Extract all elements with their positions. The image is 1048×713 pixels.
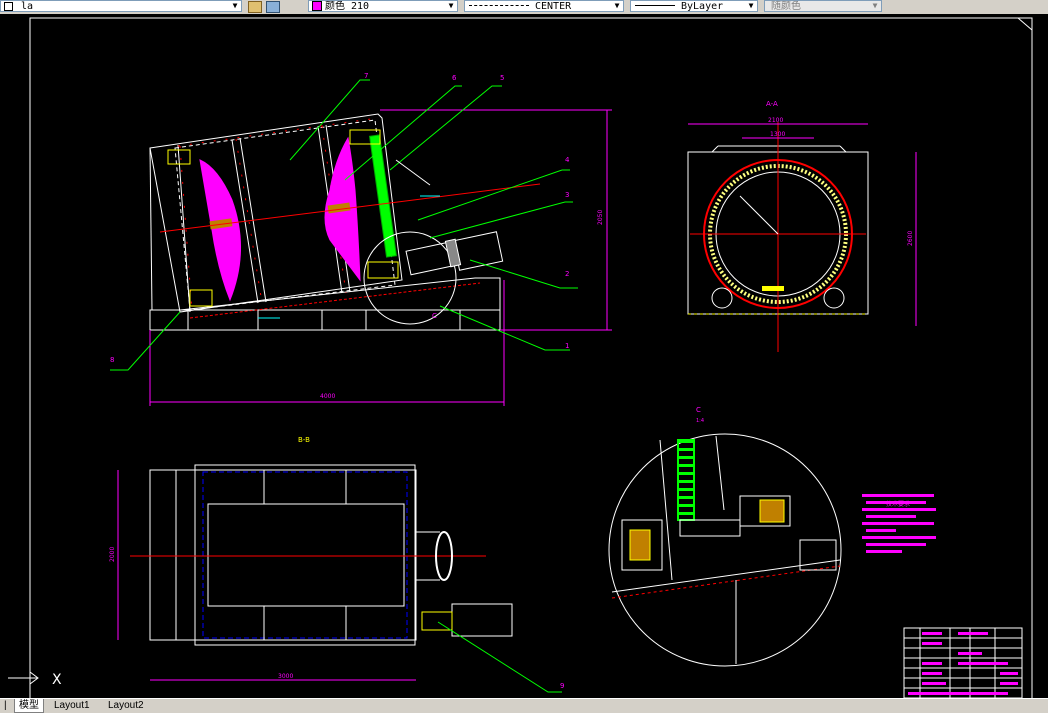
bb-outer-frame [149, 469, 417, 641]
layer-manager-icon[interactable] [248, 1, 262, 13]
detail-shaft [679, 519, 741, 537]
note-line [866, 501, 926, 504]
dim-text-2000: 2000 [109, 547, 116, 562]
lineweight-dropdown[interactable]: ByLayer ▼ [630, 0, 758, 12]
note-line [866, 529, 896, 532]
section-mark-c: C [432, 312, 437, 320]
detail-c-view: C 1:4 [608, 406, 842, 667]
technical-requirements: 技术要求 [862, 494, 936, 553]
callout-8: 8 [110, 356, 114, 364]
aa-yellow-mark [762, 286, 784, 291]
bb-inner-frame [202, 471, 408, 639]
aa-radius [739, 195, 779, 235]
callout-5: 5 [500, 74, 504, 82]
callout-1: 1 [565, 342, 569, 350]
color-value: 颜色 210 [325, 1, 370, 12]
detail-slope [611, 565, 841, 599]
linetype-value: CENTER [535, 1, 572, 12]
chevron-down-icon[interactable]: ▼ [612, 1, 622, 11]
aa-roller [823, 287, 845, 309]
detail-bearing-core [759, 499, 785, 523]
layer-value: la [21, 1, 34, 12]
ucs-icon [8, 671, 39, 685]
section-bb-view: B-B 2000 3000 9 [109, 436, 564, 693]
gear-rack [368, 134, 398, 258]
drum-inner [174, 119, 396, 311]
drum-side [149, 147, 153, 311]
main-elevation-view: 4000 2050 7 6 5 4 3 2 1 8 C [110, 72, 612, 406]
aa-top-plate [711, 145, 719, 153]
mixing-blade [199, 159, 242, 302]
lineweight-sample-icon [635, 4, 675, 6]
layer-state-icon [4, 2, 13, 11]
tab-nav-icon[interactable]: | [0, 699, 11, 712]
dim-text-2100: 2100 [768, 117, 783, 124]
angle-ref [395, 159, 431, 186]
drawing-canvas[interactable]: 4000 2050 7 6 5 4 3 2 1 8 C A-A 2100 130… [0, 14, 1048, 698]
detail-line [715, 435, 725, 511]
layer-previous-icon[interactable] [266, 1, 280, 13]
bearing-block [189, 289, 213, 307]
note-line [862, 522, 934, 525]
drawing-border [29, 17, 1033, 698]
tab-layout1[interactable]: Layout1 [50, 699, 94, 712]
dim-text-bottom: 4000 [320, 393, 335, 400]
callout-3: 3 [565, 191, 569, 199]
aa-roller [711, 287, 733, 309]
callout-9: 9 [560, 682, 564, 690]
bb-motor [451, 603, 513, 637]
section-aa-view: A-A 2100 1300 2600 [687, 100, 917, 352]
base-frame [149, 309, 501, 331]
cad-drawing[interactable]: 4000 2050 7 6 5 4 3 2 1 8 C A-A 2100 130… [0, 14, 1048, 698]
properties-toolbar: la ▼ 颜色 210 ▼ CENTER ▼ ByLayer ▼ 随颜色 ▼ [0, 0, 1048, 15]
chevron-down-icon[interactable]: ▼ [746, 1, 756, 11]
chevron-down-icon[interactable]: ▼ [446, 1, 456, 11]
title-block-text [908, 632, 1018, 695]
note-line [866, 543, 926, 546]
dim-text-2600: 2600 [907, 231, 914, 246]
plotstyle-value: 随颜色 [771, 1, 801, 12]
leader-line-9 [437, 621, 562, 693]
note-line [862, 494, 934, 497]
bb-frame [194, 464, 416, 646]
callout-4: 4 [565, 156, 570, 164]
callout-7: 7 [364, 72, 368, 80]
note-line [866, 515, 916, 518]
dim-text-1300: 1300 [770, 131, 785, 138]
bb-inner [207, 503, 405, 607]
callout-2: 2 [565, 270, 569, 278]
linetype-dropdown[interactable]: CENTER ▼ [464, 0, 624, 12]
dim-text-right: 2050 [597, 210, 604, 225]
note-line [862, 536, 936, 539]
chevron-down-icon[interactable]: ▼ [870, 1, 880, 11]
dim-text-3000: 3000 [278, 673, 293, 680]
section-aa-label: A-A [766, 100, 778, 108]
detail-block-core [629, 529, 651, 561]
motor-flange [444, 238, 462, 268]
callout-6: 6 [452, 74, 457, 82]
tab-layout2[interactable]: Layout2 [104, 699, 148, 712]
color-dropdown[interactable]: 颜色 210 ▼ [308, 0, 458, 12]
tab-model[interactable]: 模型 [14, 699, 44, 713]
chevron-down-icon[interactable]: ▼ [230, 1, 240, 11]
layout-tabs: | 模型 Layout1 Layout2 [0, 698, 1048, 713]
ucs-x-label: X [52, 672, 62, 688]
detail-c-label: C [696, 406, 701, 414]
detail-slope [611, 559, 841, 593]
aa-top-plate [839, 145, 847, 153]
linetype-sample-icon [469, 4, 529, 6]
note-line [866, 550, 902, 553]
color-swatch [312, 1, 322, 11]
layer-dropdown[interactable]: la ▼ [0, 0, 242, 12]
detail-c-scale: 1:4 [696, 418, 704, 424]
lineweight-value: ByLayer [681, 1, 724, 12]
bb-gearbox [421, 611, 453, 631]
plotstyle-dropdown[interactable]: 随颜色 ▼ [764, 0, 882, 12]
frame-corner-line [1017, 17, 1033, 31]
section-bb-label: B-B [298, 436, 310, 444]
note-line [862, 508, 936, 511]
detail-foot [799, 539, 837, 571]
